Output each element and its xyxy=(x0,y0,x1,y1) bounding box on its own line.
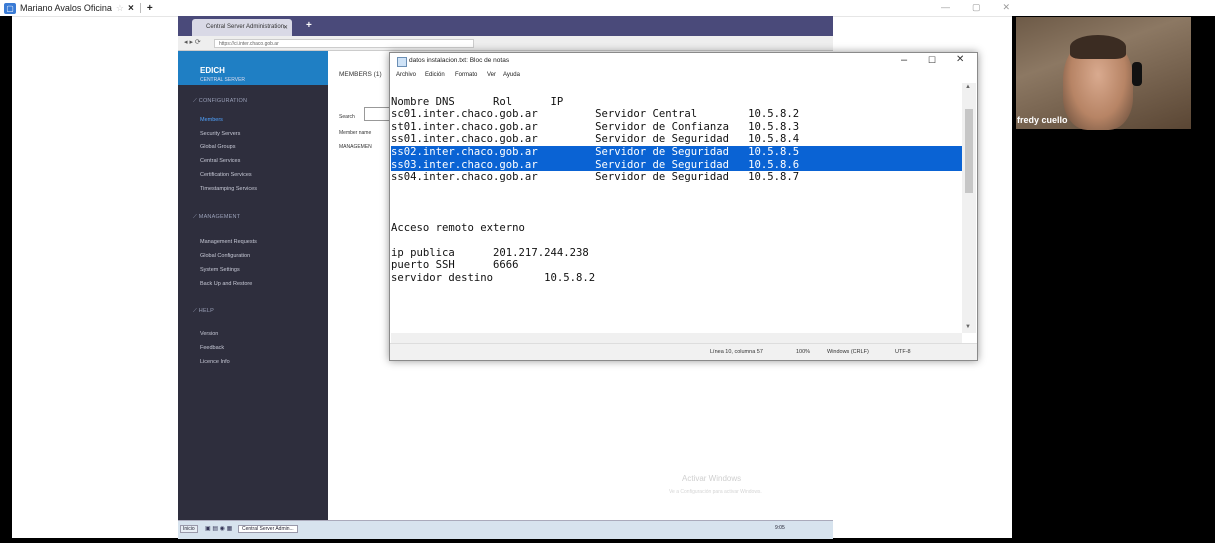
brand-subtitle: CENTRAL SERVER xyxy=(200,77,246,83)
sidebar-item-timestamping-services[interactable]: Timestamping Services xyxy=(200,186,257,192)
tab-divider xyxy=(139,3,141,13)
sidebar-item-security-servers[interactable]: Security Servers xyxy=(200,131,240,137)
headset-icon xyxy=(1132,62,1142,86)
menu-ayuda[interactable]: Ayuda xyxy=(503,72,520,78)
menu-edicion[interactable]: Edición xyxy=(425,72,445,78)
minimize-icon[interactable]: – xyxy=(901,54,907,66)
sidebar-section-configuration: ⟋ CONFIGURATION xyxy=(193,98,248,104)
activation-watermark-subtitle: Ve a Configuración para activar Windows. xyxy=(669,489,762,495)
search-label: Search xyxy=(339,114,355,120)
remote-tab-close-icon[interactable]: ✕ xyxy=(283,24,288,31)
status-line-endings: Windows (CRLF) xyxy=(827,349,869,355)
remote-tab[interactable]: Central Server Administration xyxy=(192,19,292,36)
notepad-statusbar xyxy=(390,343,977,360)
new-tab-button[interactable]: + xyxy=(147,3,153,14)
notepad-text-area[interactable]: Nombre DNS Rol IP sc01.inter.chaco.gob.ar… xyxy=(391,83,962,333)
notepad-line[interactable] xyxy=(391,184,962,197)
maximize-icon[interactable]: ▢ xyxy=(972,2,981,13)
notepad-menubar: Archivo Edición Formato Ver Ayuda xyxy=(390,69,977,83)
activation-watermark-title: Activar Windows xyxy=(682,474,742,483)
sidebar-item-members[interactable]: Members xyxy=(200,117,223,123)
remote-new-tab-button[interactable]: + xyxy=(306,20,312,31)
column-header-member[interactable]: Member name xyxy=(339,130,371,136)
menu-archivo[interactable]: Archivo xyxy=(396,72,416,78)
page-title: MEMBERS (1) xyxy=(339,71,382,78)
close-window-icon[interactable]: ✕ xyxy=(1002,2,1010,13)
notepad-line[interactable] xyxy=(391,234,962,247)
start-button[interactable]: Inicio xyxy=(180,525,198,533)
window-controls: — ▢ ✕ xyxy=(941,2,1010,13)
taskbar-app-button[interactable]: Central Server Admin... xyxy=(238,525,298,533)
quicklaunch-icons[interactable]: ▣ ▤ ◉ ▦ xyxy=(205,525,232,532)
sidebar-item-system-settings[interactable]: System Settings xyxy=(200,267,240,273)
notepad-title: datos instalacion.txt: Bloc de notas xyxy=(409,57,510,64)
notepad-line[interactable]: ss02.inter.chaco.gob.ar Servidor de Segu… xyxy=(391,145,962,159)
status-position: Línea 10, columna 57 xyxy=(710,349,763,355)
sidebar-item-back-up-restore[interactable]: Back Up and Restore xyxy=(200,281,252,287)
sidebar-item-global-configuration[interactable]: Global Configuration xyxy=(200,253,250,259)
minimize-icon[interactable]: — xyxy=(941,2,950,13)
close-tab-icon[interactable]: × xyxy=(128,3,134,14)
star-icon[interactable]: ☆ xyxy=(116,3,124,14)
notepad-line[interactable] xyxy=(391,83,962,96)
sidebar-item-feedback[interactable]: Feedback xyxy=(200,345,224,351)
notepad-line[interactable]: st01.inter.chaco.gob.ar Servidor de Conf… xyxy=(391,121,962,134)
notepad-line[interactable]: sc01.inter.chaco.gob.ar Servidor Central… xyxy=(391,108,962,121)
outer-titlebar xyxy=(0,0,1215,17)
status-zoom: 100% xyxy=(796,349,811,355)
sidebar-item-central-services[interactable]: Central Services xyxy=(200,158,240,164)
outer-tab[interactable]: ▢ Mariano Avalos Oficina ☆ × + xyxy=(4,1,153,15)
notepad-line[interactable]: puerto SSH 6666 xyxy=(391,259,962,272)
sidebar-item-global-groups[interactable]: Global Groups xyxy=(200,144,235,150)
maximize-icon[interactable]: ☐ xyxy=(928,55,936,66)
notepad-line[interactable]: Acceso remoto externo xyxy=(391,222,962,235)
brand-title: EDICH xyxy=(200,66,225,75)
taskbar-clock: 9:05 xyxy=(775,525,785,531)
outer-tab-title: Mariano Avalos Oficina xyxy=(20,3,112,13)
notepad-line[interactable]: ss03.inter.chaco.gob.ar Servidor de Segu… xyxy=(391,158,962,172)
sidebar-item-certification-services[interactable]: Certification Services xyxy=(200,172,252,178)
notepad-line[interactable]: ip publica 201.217.244.238 xyxy=(391,247,962,260)
notepad-line[interactable]: Nombre DNS Rol IP xyxy=(391,96,962,109)
notepad-line[interactable] xyxy=(391,209,962,222)
remote-url-input[interactable]: https://ci.inter.chaco.gob.ar xyxy=(214,39,474,48)
notepad-line[interactable]: ss01.inter.chaco.gob.ar Servidor de Segu… xyxy=(391,133,962,146)
status-encoding: UTF-8 xyxy=(895,349,911,355)
menu-formato[interactable]: Formato xyxy=(455,72,477,78)
notepad-window: datos instalacion.txt: Bloc de notas – ☐… xyxy=(389,52,978,361)
participant-name: fredy cuello xyxy=(1017,115,1068,125)
sidebar-item-version[interactable]: Version xyxy=(200,331,218,337)
sidebar-section-management: ⟋ MANAGEMENT xyxy=(193,214,241,220)
sidebar-item-management-requests[interactable]: Management Requests xyxy=(200,239,257,245)
sidebar-item-licence-info[interactable]: Licence Info xyxy=(200,359,230,365)
notepad-icon xyxy=(397,57,407,67)
menu-ver[interactable]: Ver xyxy=(487,72,496,78)
sidebar-section-help: ⟋ HELP xyxy=(193,308,214,314)
table-row[interactable]: MANAGEMEN xyxy=(339,144,372,150)
app-icon: ▢ xyxy=(4,2,16,14)
search-input[interactable] xyxy=(364,107,391,121)
remote-nav-icons[interactable]: ◂ ▸ ⟳ xyxy=(184,38,201,46)
close-icon[interactable]: ✕ xyxy=(956,54,964,65)
letterbox-left xyxy=(0,16,12,543)
notepad-line[interactable]: servidor destino 10.5.8.2 xyxy=(391,272,962,285)
scroll-up-icon[interactable]: ▲ xyxy=(965,84,971,90)
notepad-line[interactable] xyxy=(391,196,962,209)
scroll-down-icon[interactable]: ▼ xyxy=(965,324,971,330)
scrollbar-thumb[interactable] xyxy=(965,109,973,193)
participant-hair xyxy=(1070,35,1126,59)
notepad-line[interactable]: ss04.inter.chaco.gob.ar Servidor de Segu… xyxy=(391,171,962,184)
horizontal-scrollbar[interactable] xyxy=(391,333,962,343)
